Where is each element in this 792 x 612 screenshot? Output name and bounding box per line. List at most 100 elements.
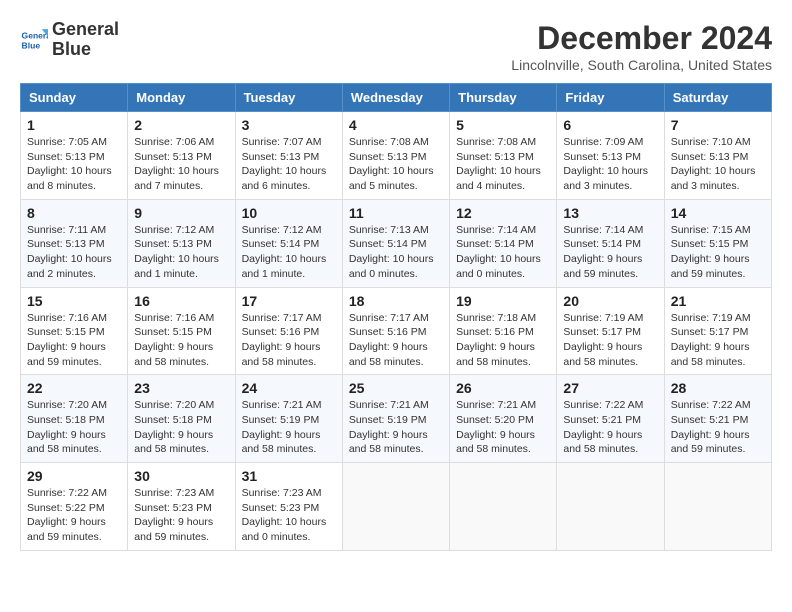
calendar-cell: 4 Sunrise: 7:08 AMSunset: 5:13 PMDaylight… [342, 112, 449, 200]
day-info: Sunrise: 7:12 AMSunset: 5:13 PMDaylight:… [134, 223, 228, 282]
day-number: 17 [242, 293, 336, 309]
calendar-week-row: 8 Sunrise: 7:11 AMSunset: 5:13 PMDaylight… [21, 199, 772, 287]
calendar-header-saturday: Saturday [664, 84, 771, 112]
calendar-cell: 19Sunrise: 7:18 AMSunset: 5:16 PMDayligh… [450, 287, 557, 375]
day-info: Sunrise: 7:17 AMSunset: 5:16 PMDaylight:… [349, 311, 443, 370]
day-number: 10 [242, 205, 336, 221]
calendar-week-row: 15 Sunrise: 7:16 AMSunset: 5:15 PMDayligh… [21, 287, 772, 375]
logo-icon: General Blue [20, 26, 48, 54]
day-info: Sunrise: 7:15 AMSunset: 5:15 PMDaylight:… [671, 223, 765, 282]
day-number: 6 [563, 117, 657, 133]
calendar-cell: 7Sunrise: 7:10 AMSunset: 5:13 PMDaylight… [664, 112, 771, 200]
day-info: Sunrise: 7:16 AMSunset: 5:15 PMDaylight:… [27, 311, 121, 370]
day-number: 2 [134, 117, 228, 133]
day-number: 12 [456, 205, 550, 221]
calendar-cell: 16Sunrise: 7:16 AMSunset: 5:15 PMDayligh… [128, 287, 235, 375]
calendar-cell: 27Sunrise: 7:22 AMSunset: 5:21 PMDayligh… [557, 375, 664, 463]
logo: General Blue General Blue [20, 20, 119, 60]
calendar-cell: 14 Sunrise: 7:15 AMSunset: 5:15 PMDayligh… [664, 199, 771, 287]
calendar-cell: 28Sunrise: 7:22 AMSunset: 5:21 PMDayligh… [664, 375, 771, 463]
svg-text:General: General [22, 30, 48, 40]
calendar-table: SundayMondayTuesdayWednesdayThursdayFrid… [20, 83, 772, 551]
calendar-cell: 2Sunrise: 7:06 AMSunset: 5:13 PMDaylight… [128, 112, 235, 200]
day-number: 26 [456, 380, 550, 396]
calendar-cell: 20Sunrise: 7:19 AMSunset: 5:17 PMDayligh… [557, 287, 664, 375]
calendar-cell [557, 463, 664, 551]
calendar-header-monday: Monday [128, 84, 235, 112]
logo-line1: General [52, 20, 119, 40]
calendar-header-wednesday: Wednesday [342, 84, 449, 112]
day-number: 21 [671, 293, 765, 309]
day-info: Sunrise: 7:14 AMSunset: 5:14 PMDaylight:… [563, 223, 657, 282]
day-number: 25 [349, 380, 443, 396]
calendar-cell: 6 Sunrise: 7:09 AMSunset: 5:13 PMDaylight… [557, 112, 664, 200]
day-info: Sunrise: 7:18 AMSunset: 5:16 PMDaylight:… [456, 311, 550, 370]
calendar-cell: 22 Sunrise: 7:20 AMSunset: 5:18 PMDayligh… [21, 375, 128, 463]
calendar-cell: 1Sunrise: 7:05 AMSunset: 5:13 PMDaylight… [21, 112, 128, 200]
calendar-cell: 11 Sunrise: 7:13 AMSunset: 5:14 PMDayligh… [342, 199, 449, 287]
day-number: 11 [349, 205, 443, 221]
calendar-cell: 31 Sunrise: 7:23 AMSunset: 5:23 PMDayligh… [235, 463, 342, 551]
day-info: Sunrise: 7:21 AMSunset: 5:19 PMDaylight:… [349, 398, 443, 457]
day-number: 28 [671, 380, 765, 396]
svg-text:Blue: Blue [22, 40, 41, 50]
day-info: Sunrise: 7:23 AMSunset: 5:23 PMDaylight:… [134, 486, 228, 545]
day-number: 22 [27, 380, 121, 396]
calendar-cell [342, 463, 449, 551]
day-info: Sunrise: 7:05 AMSunset: 5:13 PMDaylight:… [27, 135, 121, 194]
calendar-cell [664, 463, 771, 551]
day-info: Sunrise: 7:13 AMSunset: 5:14 PMDaylight:… [349, 223, 443, 282]
day-info: Sunrise: 7:20 AMSunset: 5:18 PMDaylight:… [27, 398, 121, 457]
calendar-cell: 5Sunrise: 7:08 AMSunset: 5:13 PMDaylight… [450, 112, 557, 200]
day-number: 29 [27, 468, 121, 484]
day-number: 15 [27, 293, 121, 309]
month-title: December 2024 [511, 20, 772, 57]
day-info: Sunrise: 7:19 AMSunset: 5:17 PMDaylight:… [671, 311, 765, 370]
calendar-header-thursday: Thursday [450, 84, 557, 112]
day-number: 31 [242, 468, 336, 484]
calendar-cell: 10Sunrise: 7:12 AMSunset: 5:14 PMDayligh… [235, 199, 342, 287]
calendar-week-row: 22 Sunrise: 7:20 AMSunset: 5:18 PMDayligh… [21, 375, 772, 463]
day-number: 14 [671, 205, 765, 221]
day-number: 16 [134, 293, 228, 309]
calendar-cell: 21 Sunrise: 7:19 AMSunset: 5:17 PMDayligh… [664, 287, 771, 375]
day-number: 24 [242, 380, 336, 396]
logo-text: General Blue [52, 20, 119, 60]
calendar-cell: 15 Sunrise: 7:16 AMSunset: 5:15 PMDayligh… [21, 287, 128, 375]
calendar-cell: 3Sunrise: 7:07 AMSunset: 5:13 PMDaylight… [235, 112, 342, 200]
calendar-header-tuesday: Tuesday [235, 84, 342, 112]
title-area: December 2024 Lincolnville, South Caroli… [511, 20, 772, 73]
day-number: 8 [27, 205, 121, 221]
day-number: 7 [671, 117, 765, 133]
day-info: Sunrise: 7:23 AMSunset: 5:23 PMDaylight:… [242, 486, 336, 545]
day-info: Sunrise: 7:11 AMSunset: 5:13 PMDaylight:… [27, 223, 121, 282]
day-number: 4 [349, 117, 443, 133]
location-title: Lincolnville, South Carolina, United Sta… [511, 57, 772, 73]
day-info: Sunrise: 7:21 AMSunset: 5:19 PMDaylight:… [242, 398, 336, 457]
calendar-cell: 18Sunrise: 7:17 AMSunset: 5:16 PMDayligh… [342, 287, 449, 375]
calendar-week-row: 1Sunrise: 7:05 AMSunset: 5:13 PMDaylight… [21, 112, 772, 200]
day-number: 30 [134, 468, 228, 484]
calendar-cell: 8 Sunrise: 7:11 AMSunset: 5:13 PMDaylight… [21, 199, 128, 287]
calendar-cell: 23Sunrise: 7:20 AMSunset: 5:18 PMDayligh… [128, 375, 235, 463]
day-info: Sunrise: 7:08 AMSunset: 5:13 PMDaylight:… [456, 135, 550, 194]
calendar-header-row: SundayMondayTuesdayWednesdayThursdayFrid… [21, 84, 772, 112]
day-info: Sunrise: 7:21 AMSunset: 5:20 PMDaylight:… [456, 398, 550, 457]
calendar-body: 1Sunrise: 7:05 AMSunset: 5:13 PMDaylight… [21, 112, 772, 551]
day-info: Sunrise: 7:08 AMSunset: 5:13 PMDaylight:… [349, 135, 443, 194]
day-number: 13 [563, 205, 657, 221]
calendar-cell: 12 Sunrise: 7:14 AMSunset: 5:14 PMDayligh… [450, 199, 557, 287]
calendar-cell: 13 Sunrise: 7:14 AMSunset: 5:14 PMDayligh… [557, 199, 664, 287]
calendar-header-sunday: Sunday [21, 84, 128, 112]
day-info: Sunrise: 7:09 AMSunset: 5:13 PMDaylight:… [563, 135, 657, 194]
day-info: Sunrise: 7:14 AMSunset: 5:14 PMDaylight:… [456, 223, 550, 282]
calendar-header-friday: Friday [557, 84, 664, 112]
calendar-cell [450, 463, 557, 551]
day-info: Sunrise: 7:22 AMSunset: 5:21 PMDaylight:… [563, 398, 657, 457]
calendar-cell: 26 Sunrise: 7:21 AMSunset: 5:20 PMDayligh… [450, 375, 557, 463]
calendar-cell: 29Sunrise: 7:22 AMSunset: 5:22 PMDayligh… [21, 463, 128, 551]
day-info: Sunrise: 7:20 AMSunset: 5:18 PMDaylight:… [134, 398, 228, 457]
page-header: General Blue General Blue December 2024 … [20, 20, 772, 73]
day-number: 9 [134, 205, 228, 221]
day-number: 3 [242, 117, 336, 133]
